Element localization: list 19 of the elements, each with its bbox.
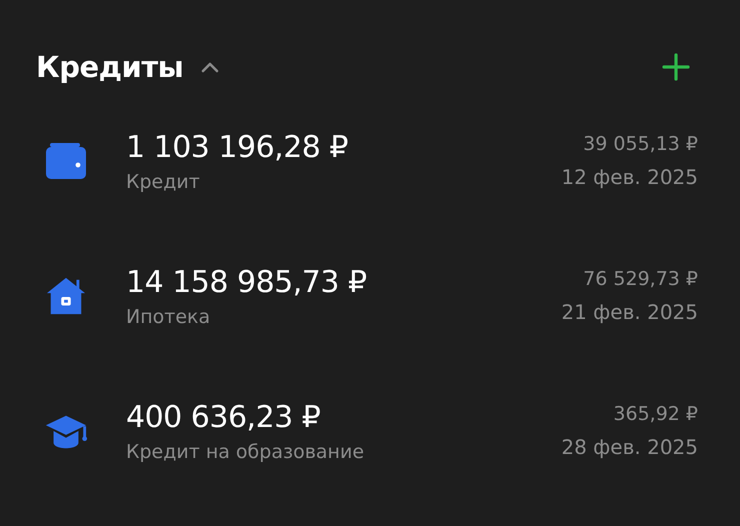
loan-type: Кредит на образование bbox=[126, 440, 366, 462]
loan-row[interactable]: 400 636,23 ₽ Кредит на образование 365,92 ₽ 28 фев. 2025 bbox=[36, 382, 698, 480]
payment-amount: 365,92 ₽ bbox=[613, 403, 698, 425]
payment-amount: 76 529,73 ₽ bbox=[583, 268, 698, 290]
payment-date: 21 фев. 2025 bbox=[561, 300, 698, 324]
loan-row[interactable]: 1 103 196,28 ₽ Кредит 39 055,13 ₽ 12 фев. 2025 bbox=[36, 112, 698, 210]
loan-balance: 400 636,23 ₽ bbox=[126, 400, 322, 434]
loan-row[interactable]: 14 158 985,73 ₽ Ипотека 76 529,73 ₽ 21 фев. 2025 bbox=[36, 247, 698, 345]
loan-type: Кредит bbox=[126, 170, 201, 192]
payment-date: 28 фев. 2025 bbox=[561, 435, 698, 459]
add-icon[interactable] bbox=[662, 53, 690, 81]
section-title: Кредиты bbox=[36, 50, 184, 84]
payment-amount: 39 055,13 ₽ bbox=[583, 133, 698, 155]
chevron-icon[interactable] bbox=[201, 61, 220, 73]
payment-date: 12 фев. 2025 bbox=[561, 165, 698, 189]
loan-balance: 14 158 985,73 ₽ bbox=[126, 264, 368, 300]
loan-type: Ипотека bbox=[126, 306, 212, 328]
wallet-icon bbox=[44, 141, 88, 181]
loan-balance: 1 103 196,28 ₽ bbox=[126, 130, 350, 164]
